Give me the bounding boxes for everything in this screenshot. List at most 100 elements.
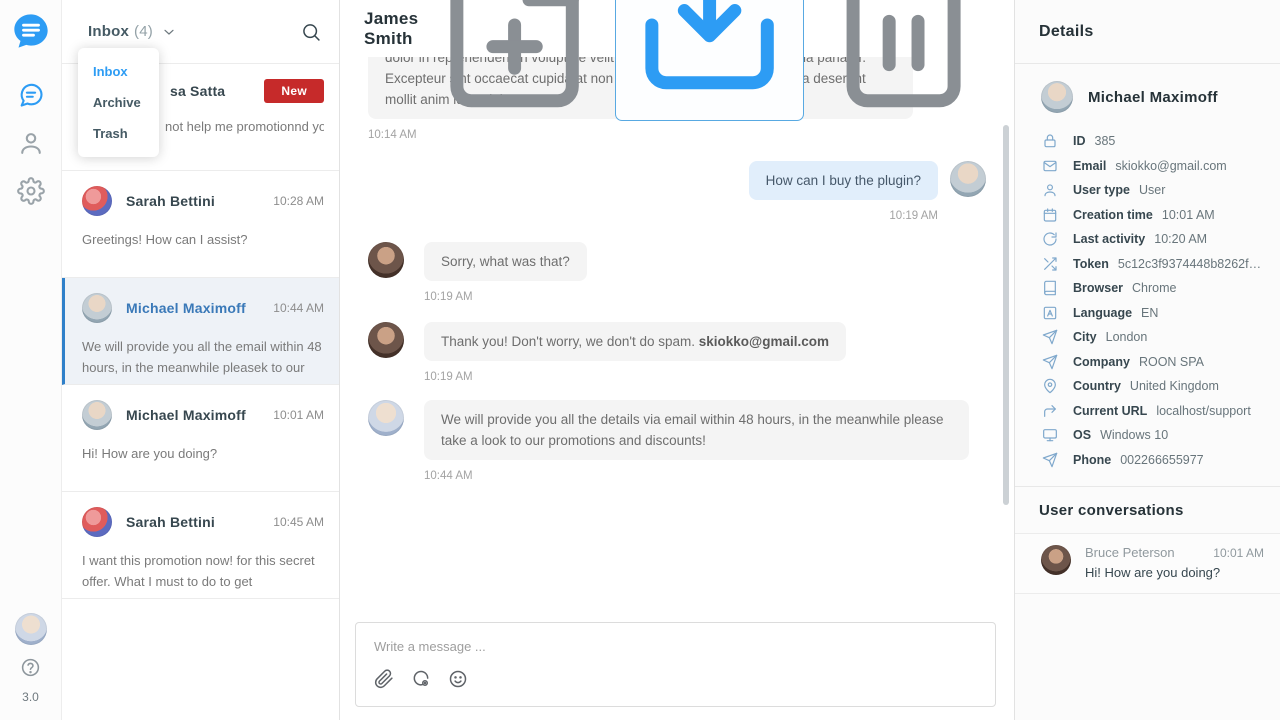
inbox-count: (4) [134, 23, 153, 40]
inbox-filter-label: Inbox [88, 23, 129, 40]
conversation-preview: not help me promotionnd yo [165, 116, 324, 137]
detail-field-value: EN [1141, 306, 1268, 320]
rail-nav [17, 81, 45, 205]
message-thread: dolor in reprehenderit in voluptate veli… [340, 57, 1014, 612]
detail-field-last-activity: Last activity10:20 AM [1042, 227, 1268, 252]
detail-field-country: CountryUnited Kingdom [1042, 374, 1268, 399]
message-time: 10:19 AM [424, 291, 986, 303]
detail-field-label: Browser [1073, 281, 1123, 295]
message-avatar [368, 242, 404, 278]
dropdown-item-archive[interactable]: Archive [78, 87, 159, 118]
monitor-icon [1042, 427, 1058, 443]
conversation-list-item[interactable]: Sarah Bettini10:45 AMI want this promoti… [62, 492, 339, 599]
conversation-avatar [82, 186, 112, 216]
canned-response-icon[interactable] [411, 669, 431, 689]
detail-field-label: Current URL [1073, 404, 1147, 418]
composer-icons [374, 669, 977, 689]
user-conversation-item[interactable]: Bruce Peterson10:01 AM Hi! How are you do… [1015, 533, 1280, 594]
detail-field-value: United Kingdom [1130, 379, 1268, 393]
detail-field-label: ID [1073, 134, 1086, 148]
shuffle-icon [1042, 256, 1058, 272]
inbox-download-icon-button[interactable] [615, 0, 804, 121]
detail-field-token: Token5c12c3f9374448b8262f5b... [1042, 252, 1268, 277]
smiley-icon[interactable] [448, 669, 468, 689]
left-rail: 3.0 [0, 0, 62, 720]
detail-field-label: Email [1073, 159, 1106, 173]
conversation-name: Michael Maximoff [126, 407, 246, 423]
chat-title: James Smith [364, 9, 428, 49]
message-time: 10:19 AM [368, 210, 938, 222]
detail-field-value: 002266655977 [1120, 453, 1268, 467]
message-time: 10:19 AM [424, 371, 986, 383]
trash-icon-button[interactable] [817, 0, 990, 115]
detail-field-label: Phone [1073, 453, 1111, 467]
conversation-list-item[interactable]: Michael Maximoff10:01 AMHi! How are you … [62, 385, 339, 492]
app-logo-chat-icon[interactable] [11, 11, 51, 51]
conversation-name: Michael Maximoff [126, 300, 246, 316]
message-row: Sorry, what was that? [368, 242, 986, 281]
conversation-item-header: Sarah Bettini10:28 AM [82, 186, 324, 216]
detail-field-label: Company [1073, 355, 1130, 369]
conversation-item-header: Michael Maximoff 10:44 AM [82, 293, 324, 323]
message-avatar [368, 322, 404, 358]
chat-scrollbar-thumb[interactable] [1003, 125, 1009, 505]
user-conversation-avatar [1041, 545, 1071, 575]
chevron-down-icon [161, 24, 177, 40]
detail-field-label: City [1073, 330, 1097, 344]
user-conversation-header: Bruce Peterson10:01 AM [1085, 545, 1264, 560]
detail-field-value: User [1139, 183, 1268, 197]
user-conversation-preview: Hi! How are you doing? [1085, 565, 1264, 580]
users-icon[interactable] [17, 129, 45, 157]
chat-panel: James Smith dolor in reprehenderit in vo… [340, 0, 1015, 720]
send-icon [1042, 329, 1058, 345]
chat-header: James Smith [340, 0, 1014, 57]
message-row: We will provide you all the details via … [368, 400, 986, 460]
conversation-item-header: Michael Maximoff 10:01 AM [82, 400, 324, 430]
user-conversation-body: Bruce Peterson10:01 AM Hi! How are you do… [1085, 545, 1264, 580]
detail-field-value: 385 [1095, 134, 1269, 148]
detail-field-city: City London [1042, 325, 1268, 350]
message-row: How can I buy the plugin? [368, 161, 986, 200]
conversation-list-item[interactable]: Sarah Bettini10:28 AMGreetings! How can … [62, 171, 339, 278]
detail-field-label: Token [1073, 257, 1109, 271]
version-label: 3.0 [22, 690, 39, 704]
search-icon[interactable] [301, 22, 321, 42]
detail-field-value: London [1106, 330, 1268, 344]
note-add-icon-button[interactable] [428, 0, 601, 115]
message-avatar [950, 161, 986, 197]
lock-icon [1042, 133, 1058, 149]
settings-icon[interactable] [17, 177, 45, 205]
dropdown-item-inbox[interactable]: Inbox [78, 56, 159, 87]
profile-avatar[interactable] [15, 613, 47, 645]
conversations-icon[interactable] [17, 81, 45, 109]
message-bubble: Sorry, what was that? [424, 242, 587, 281]
conversation-time: 10:01 AM [273, 408, 324, 422]
conversation-time: 10:44 AM [273, 301, 324, 315]
user-conversations-list: Bruce Peterson10:01 AM Hi! How are you do… [1015, 533, 1280, 594]
detail-field-value: Chrome [1132, 281, 1268, 295]
help-icon[interactable] [20, 657, 41, 678]
dropdown-item-trash[interactable]: Trash [78, 118, 159, 149]
inbox-filter-dropdown-toggle[interactable]: Inbox (4) [88, 23, 177, 40]
conversation-list-item[interactable]: Michael Maximoff10:44 AMWe will provide … [62, 278, 339, 385]
detail-field-os: OSWindows 10 [1042, 423, 1268, 448]
detail-field-label: User type [1073, 183, 1130, 197]
details-user-card: Michael Maximoff [1015, 64, 1280, 121]
detail-field-value: skiokko@gmail.com [1115, 159, 1268, 173]
pin-icon [1042, 378, 1058, 394]
details-user-name: Michael Maximoff [1088, 89, 1218, 106]
inbox-dropdown-menu: InboxArchiveTrash [78, 48, 159, 157]
detail-field-value: 10:20 AM [1154, 232, 1268, 246]
message-block: Sorry, what was that? 10:19 AM [368, 242, 986, 303]
message-input[interactable] [374, 639, 977, 654]
detail-field-id: ID 385 [1042, 129, 1268, 154]
detail-field-phone: Phone 002266655977 [1042, 448, 1268, 473]
message-bubble: We will provide you all the details via … [424, 400, 969, 460]
message-avatar [368, 400, 404, 436]
paperclip-icon[interactable] [374, 669, 394, 689]
detail-field-label: OS [1073, 428, 1091, 442]
detail-field-company: CompanyROON SPA [1042, 350, 1268, 375]
browser-icon [1042, 280, 1058, 296]
language-icon [1042, 305, 1058, 321]
message-composer [355, 622, 996, 707]
